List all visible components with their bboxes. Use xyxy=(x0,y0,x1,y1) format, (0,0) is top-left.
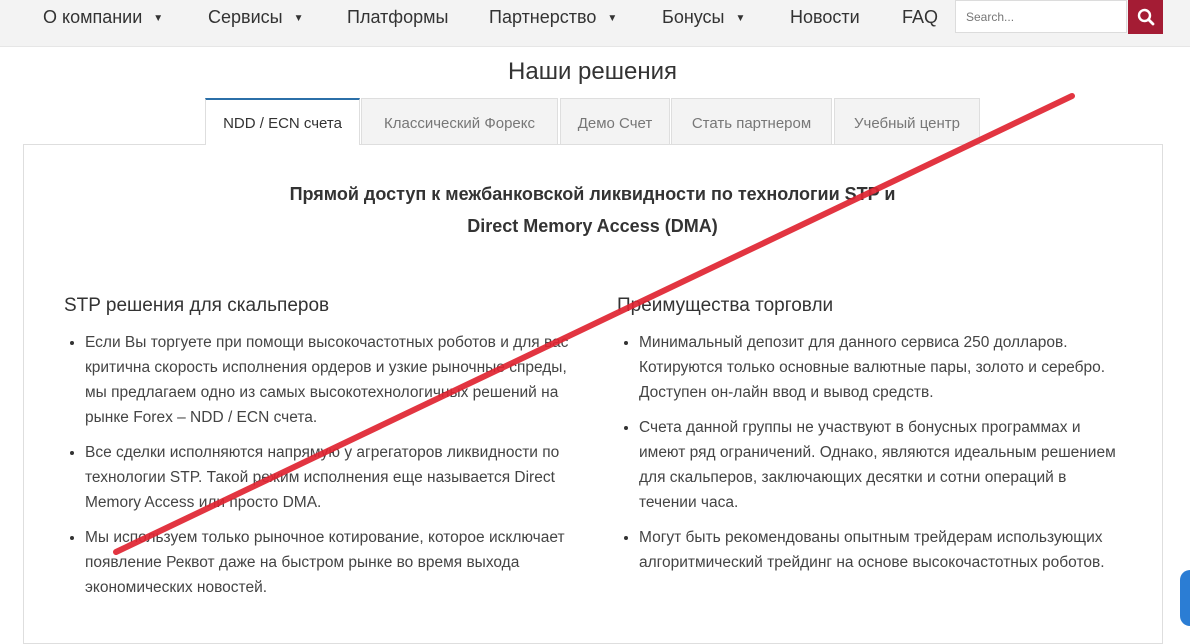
nav-item-platforms[interactable]: Платформы xyxy=(347,6,448,28)
nav-item-news[interactable]: Новости xyxy=(790,6,860,28)
nav-item-faq[interactable]: FAQ xyxy=(902,6,938,28)
caret-down-icon: ▼ xyxy=(607,13,618,24)
nav-item-partnership[interactable]: Партнерство ▼ xyxy=(489,6,617,28)
headline-line-2: Direct Memory Access (DMA) xyxy=(467,216,718,236)
list-item: Минимальный депозит для данного сервиса … xyxy=(639,330,1119,405)
headline-line-1: Прямой доступ к межбанковской ликвидност… xyxy=(289,184,896,204)
tab-become-partner[interactable]: Стать партнером xyxy=(671,98,832,144)
content-headline: Прямой доступ к межбанковской ликвидност… xyxy=(0,178,1185,242)
right-column-title: Преимущества торговли xyxy=(617,295,834,316)
caret-down-icon: ▼ xyxy=(293,13,304,24)
right-column-list: Минимальный депозит для данного сервиса … xyxy=(617,330,1119,585)
caret-down-icon: ▼ xyxy=(153,13,164,24)
tab-learning-center[interactable]: Учебный центр xyxy=(834,98,980,144)
caret-down-icon: ▼ xyxy=(735,13,746,24)
search-box xyxy=(955,0,1136,33)
list-item: Если Вы торгуете при помощи высокочастот… xyxy=(85,330,570,430)
search-input[interactable] xyxy=(956,1,1136,32)
nav-item-company[interactable]: О компании ▼ xyxy=(43,6,163,28)
list-item: Могут быть рекомендованы опытным трейдер… xyxy=(639,525,1119,575)
search-icon xyxy=(1137,8,1154,26)
nav-item-bonuses[interactable]: Бонусы ▼ xyxy=(662,6,745,28)
search-button[interactable] xyxy=(1128,0,1163,34)
chat-widget-edge[interactable] xyxy=(1180,570,1190,626)
tab-classic-forex[interactable]: Классический Форекс xyxy=(361,98,558,144)
left-column-title: STP решения для скальперов xyxy=(64,295,330,316)
list-item: Счета данной группы не участвуют в бонус… xyxy=(639,415,1119,515)
list-item: Мы используем только рыночное котировани… xyxy=(85,525,570,600)
tab-demo-account[interactable]: Демо Счет xyxy=(560,98,670,144)
list-item: Все сделки исполняются напрямую у агрега… xyxy=(85,440,570,515)
tab-ndd-ecn[interactable]: NDD / ECN счета xyxy=(205,98,360,145)
section-title: Наши решения xyxy=(508,58,677,85)
nav-item-services[interactable]: Сервисы ▼ xyxy=(208,6,303,28)
left-column-list: Если Вы торгуете при помощи высокочастот… xyxy=(63,330,570,610)
top-navigation: О компании ▼ Сервисы ▼ Платформы Партнерст… xyxy=(0,0,1190,47)
